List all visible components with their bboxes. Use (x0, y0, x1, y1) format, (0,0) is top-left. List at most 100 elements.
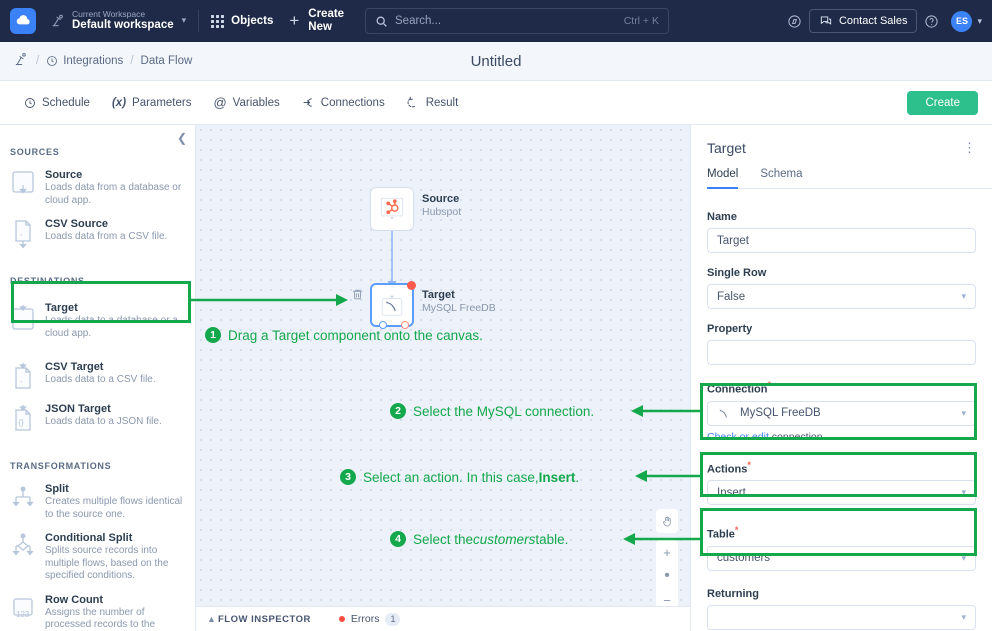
chevron-left-icon[interactable]: ❮ (177, 131, 187, 145)
actions-value: Insert (717, 486, 746, 499)
step-text-after: table. (535, 531, 569, 547)
zoom-in-button[interactable]: + (656, 540, 678, 564)
grid-9-dots-icon (211, 14, 225, 28)
tab-model[interactable]: Model (707, 168, 739, 189)
palette-item-target[interactable]: Target Loads data to a database or a clo… (0, 292, 195, 349)
avatar[interactable]: ES (951, 10, 973, 32)
node-label: Source Hubspot (422, 193, 461, 219)
trash-icon[interactable] (351, 287, 364, 305)
field-single-row: Single Row False ▾ (707, 267, 976, 309)
tab-result[interactable]: Result (407, 96, 458, 109)
cloud-logo-icon[interactable] (10, 8, 36, 34)
palette-item-name: CSV Source (45, 218, 108, 230)
workspace-switcher[interactable]: Current Workspace Default workspace ▾ (50, 9, 187, 33)
contact-sales-button[interactable]: Contact Sales (808, 9, 918, 33)
breadcrumb-bar: / Integrations / Data Flow Untitled (0, 42, 992, 81)
errors-label: Errors (350, 613, 380, 625)
step-number: 4 (390, 531, 406, 547)
step-number: 2 (390, 403, 406, 419)
errors-count-badge: 1 (385, 612, 401, 626)
palette-item-json-target[interactable]: {} JSON Target Loads data to a JSON file… (0, 397, 195, 439)
question-circle-icon[interactable] (924, 14, 939, 29)
create-new-line2: New (308, 21, 332, 33)
canvas-node-target[interactable]: Target MySQL FreeDB (370, 281, 496, 329)
create-button[interactable]: Create (907, 91, 978, 115)
palette-item-row-count[interactable]: 123 Row Count Assigns the number of proc… (0, 588, 195, 631)
zoom-reset-button[interactable]: • (656, 564, 678, 588)
chevron-down-icon: ▾ (961, 291, 966, 301)
clock-circle-icon (47, 56, 58, 66)
flow-home-icon[interactable] (14, 52, 29, 70)
breadcrumb-separator: / (130, 55, 134, 67)
check-or-edit-connection-link[interactable]: Check or edit (707, 431, 769, 443)
tab-variables[interactable]: @ Variables (213, 95, 279, 110)
panel-title: Target (707, 140, 746, 156)
json-target-icon: {} (10, 404, 36, 434)
compass-icon[interactable] (787, 14, 802, 29)
zoom-out-button[interactable]: − (656, 588, 678, 606)
workspace-name: Default workspace (72, 19, 174, 32)
tab-connections[interactable]: Connections (302, 96, 385, 109)
palette-item-csv-target[interactable]: , CSV Target Loads data to a CSV file. (0, 355, 195, 397)
table-value: customers (717, 552, 771, 565)
palette-item-conditional-split[interactable]: Conditional Split Splits source records … (0, 526, 195, 588)
canvas-node-source[interactable]: Source Hubspot (370, 187, 461, 231)
chevron-down-icon: ▾ (181, 15, 187, 26)
chevron-down-icon: ▾ (961, 407, 966, 418)
tab-schedule[interactable]: Schedule (24, 97, 90, 109)
breadcrumb-item-data-flow[interactable]: Data Flow (141, 55, 193, 67)
step-text: Drag a Target component onto the canvas. (228, 327, 483, 343)
returning-select[interactable]: ▾ (707, 604, 976, 630)
hand-pan-button[interactable] (656, 509, 678, 533)
properties-panel: Target ⋮ Model Schema Name Target Single… (690, 125, 992, 631)
property-input[interactable] (707, 340, 976, 365)
canvas-zoom-controls: + • − (656, 509, 678, 606)
flow-inspector-bar: ▲ FLOW INSPECTOR Errors 1 (196, 606, 690, 631)
step-text: Select the MySQL connection. (413, 403, 595, 419)
connection-select[interactable]: MySQL FreeDB ▾ (707, 400, 976, 426)
tab-parameters[interactable]: (x) Parameters (112, 97, 192, 109)
create-new-button[interactable]: Create New (308, 8, 344, 34)
chevron-down-icon[interactable]: ▾ (977, 16, 982, 27)
errors-indicator[interactable]: Errors 1 (338, 612, 401, 626)
chevron-up-icon[interactable]: ▲ (207, 614, 216, 624)
actions-select[interactable]: Insert ▾ (707, 480, 976, 506)
table-select[interactable]: customers ▾ (707, 545, 976, 571)
breadcrumb-separator: / (36, 55, 40, 67)
search-input[interactable]: Search... (395, 15, 624, 27)
panel-tabs: Model Schema (707, 168, 992, 189)
app-root: Current Workspace Default workspace ▾ Ob… (0, 0, 992, 631)
palette-item-desc: Loads data to a database or a cloud app. (45, 315, 178, 339)
palette-item-source[interactable]: Source Loads data from a database or clo… (0, 163, 195, 212)
single-row-select[interactable]: False ▾ (707, 284, 976, 309)
palette-item-csv-source[interactable]: , CSV Source Loads data from a CSV file. (0, 212, 195, 254)
flow-inspector-title[interactable]: FLOW INSPECTOR (218, 614, 311, 625)
csv-target-icon: , (10, 362, 36, 392)
step-text-after: . (575, 469, 580, 485)
tab-schema[interactable]: Schema (760, 168, 802, 188)
palette-item-name: Conditional Split (45, 532, 133, 544)
name-input[interactable]: Target (707, 228, 976, 253)
objects-label: Objects (231, 15, 274, 27)
search-icon (375, 15, 388, 28)
node-box[interactable] (370, 187, 414, 231)
more-vertical-icon[interactable]: ⋮ (963, 141, 976, 154)
objects-menu[interactable]: Objects (211, 14, 274, 28)
chat-bubbles-icon (820, 16, 832, 25)
svg-text:123: 123 (16, 610, 30, 619)
global-search[interactable]: Search... Ctrl + K (365, 8, 669, 34)
result-icon (407, 96, 420, 109)
annotation-step-4: 4 Select the customers table. (390, 531, 568, 547)
node-box[interactable] (370, 281, 416, 329)
fx-icon: (x) (111, 96, 127, 109)
field-label-text: Connection (707, 383, 768, 396)
palette-item-desc: Assigns the number of processed records … (45, 606, 156, 631)
palette-item-split[interactable]: Split Creates multiple flows identical t… (0, 477, 195, 526)
field-label: Returning (707, 587, 759, 600)
field-label-text: Actions (707, 463, 748, 476)
node-subtitle: Hubspot (422, 206, 462, 218)
chevron-down-icon: ▾ (961, 552, 966, 563)
at-icon: @ (213, 95, 227, 110)
breadcrumb-item-integrations[interactable]: Integrations (46, 55, 123, 67)
plus-icon[interactable]: + (289, 11, 299, 31)
